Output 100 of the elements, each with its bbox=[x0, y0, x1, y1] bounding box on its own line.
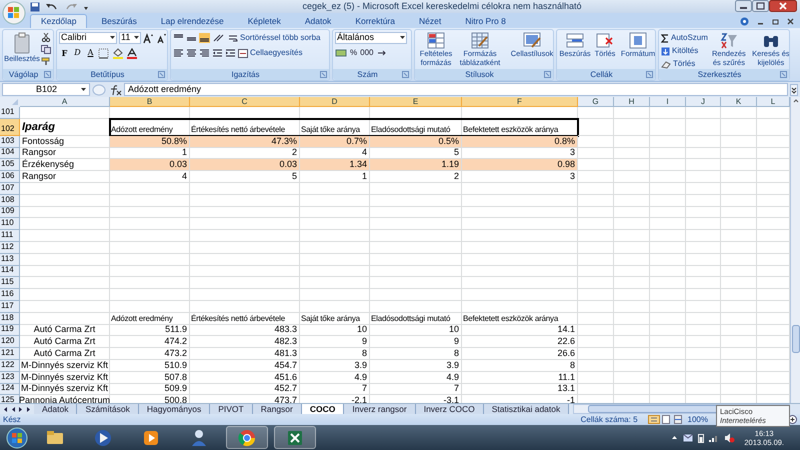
sheet-previous-icon[interactable] bbox=[10, 406, 16, 412]
ribbon-button[interactable]: Sortöréssel több sorba bbox=[228, 32, 320, 44]
row-header[interactable]: 105 bbox=[0, 159, 20, 172]
format-button[interactable]: F bbox=[59, 47, 70, 59]
row-header[interactable]: 116 bbox=[0, 289, 20, 301]
conditional-format-icon[interactable] bbox=[427, 32, 445, 49]
formula-field[interactable]: Adózott eredmény bbox=[124, 83, 788, 96]
sheet-first-icon[interactable] bbox=[2, 406, 8, 412]
merge-cells-icon[interactable] bbox=[238, 48, 248, 58]
column-header[interactable]: L bbox=[757, 97, 790, 107]
format-button[interactable]: D bbox=[72, 47, 83, 59]
column-header[interactable]: G bbox=[578, 97, 614, 107]
format-cells-icon[interactable] bbox=[629, 32, 647, 49]
format-painter-icon[interactable] bbox=[41, 57, 51, 66]
row-header[interactable]: 115 bbox=[0, 277, 20, 290]
expand-formula-bar-icon[interactable] bbox=[790, 84, 798, 96]
ribbon-tab[interactable]: Nitro Pro 8 bbox=[455, 14, 516, 28]
column-header[interactable]: J bbox=[686, 97, 721, 107]
sheet-tab[interactable]: Hagyományos bbox=[138, 404, 210, 414]
battery-icon[interactable] bbox=[698, 432, 704, 442]
column-header[interactable]: A bbox=[20, 97, 110, 107]
ribbon-tab[interactable]: Adatok bbox=[294, 14, 342, 28]
currency-icon[interactable] bbox=[335, 48, 347, 58]
close-icon[interactable] bbox=[787, 18, 794, 25]
start-icon[interactable] bbox=[6, 426, 28, 448]
mail-icon[interactable] bbox=[683, 434, 694, 442]
font-field[interactable]: Calibri bbox=[59, 32, 117, 44]
sheet-tab[interactable]: Rangsor bbox=[252, 404, 302, 414]
row-header[interactable]: 112 bbox=[0, 242, 20, 254]
dropdown-caret-icon[interactable] bbox=[400, 36, 405, 40]
row-header[interactable]: 107 bbox=[0, 182, 20, 195]
wrap-text-icon[interactable] bbox=[228, 34, 238, 42]
sort-filter-icon[interactable] bbox=[720, 32, 738, 49]
ribbon-tab[interactable]: Nézet bbox=[409, 14, 452, 28]
scissors-icon[interactable] bbox=[41, 33, 51, 42]
column-header[interactable]: E bbox=[370, 97, 462, 107]
ribbon-tab[interactable]: Lap elrendezése bbox=[150, 14, 234, 28]
align-right-icon[interactable] bbox=[199, 48, 210, 58]
row-header[interactable]: 125 bbox=[0, 395, 20, 403]
font-size-field[interactable]: 11 bbox=[119, 32, 141, 44]
row-header[interactable]: 120 bbox=[0, 336, 20, 348]
row-header[interactable]: 118 bbox=[0, 312, 20, 325]
row-header[interactable]: 101 bbox=[0, 107, 20, 119]
close-icon[interactable] bbox=[769, 0, 797, 12]
speaker-muted-icon[interactable] bbox=[724, 432, 736, 442]
splitter-handle-icon[interactable] bbox=[92, 84, 106, 96]
align-bottom-icon[interactable] bbox=[199, 33, 210, 43]
signal-icon[interactable] bbox=[709, 433, 720, 442]
dropdown-caret-icon[interactable] bbox=[110, 36, 115, 40]
sheet-next-icon[interactable] bbox=[18, 406, 24, 412]
row-header[interactable]: 114 bbox=[0, 266, 20, 278]
cell-styles-icon[interactable] bbox=[523, 32, 541, 49]
ribbon-button[interactable]: Cellaegyesítés bbox=[238, 47, 302, 59]
align-center-icon[interactable] bbox=[186, 48, 197, 58]
column-header[interactable]: K bbox=[721, 97, 757, 107]
sheet-tab[interactable]: Inverz COCO bbox=[416, 404, 484, 414]
row-header[interactable]: 104 bbox=[0, 148, 20, 160]
ribbon-tab[interactable]: Képletek bbox=[238, 14, 291, 28]
normal-view-icon[interactable] bbox=[648, 415, 660, 424]
text-orientation-icon[interactable] bbox=[212, 33, 226, 43]
row-header[interactable]: 119 bbox=[0, 324, 20, 336]
ribbon-button[interactable]: Kitöltés bbox=[661, 45, 708, 57]
sheet-tab[interactable]: Inverz rangsor bbox=[344, 404, 416, 414]
number-format-button[interactable]: % bbox=[350, 47, 358, 58]
grow-font-icon[interactable] bbox=[143, 32, 154, 44]
row-header[interactable]: 109 bbox=[0, 206, 20, 218]
ribbon-tab[interactable]: Beszúrás bbox=[91, 14, 147, 28]
row-header[interactable]: 124 bbox=[0, 384, 20, 396]
number-format-field[interactable]: Általános bbox=[335, 32, 407, 44]
row-header[interactable]: 103 bbox=[0, 136, 20, 148]
row-header[interactable]: 108 bbox=[0, 194, 20, 207]
media-player-icon[interactable] bbox=[93, 428, 113, 448]
scroll-up-icon[interactable] bbox=[792, 97, 800, 105]
table-format-icon[interactable] bbox=[471, 32, 489, 49]
sheet-tab[interactable]: PIVOT bbox=[210, 404, 253, 414]
dropdown-caret-icon[interactable] bbox=[81, 88, 86, 92]
browser-icon[interactable] bbox=[237, 428, 257, 448]
borders-icon[interactable] bbox=[98, 48, 110, 58]
row-header[interactable]: 121 bbox=[0, 348, 20, 360]
font-color-icon[interactable] bbox=[126, 48, 138, 58]
number-format-button[interactable]: 000 bbox=[360, 47, 374, 58]
align-left-icon[interactable] bbox=[173, 48, 184, 58]
sheet-tab[interactable]: COCO bbox=[302, 404, 344, 414]
row-header[interactable]: 113 bbox=[0, 254, 20, 266]
ribbon-button[interactable]: Törlés bbox=[661, 58, 708, 69]
save-icon[interactable] bbox=[30, 2, 40, 12]
sum-icon[interactable] bbox=[661, 34, 669, 42]
row-header[interactable]: 117 bbox=[0, 300, 20, 313]
row-header[interactable]: 102 bbox=[0, 118, 20, 136]
ribbon-button[interactable]: AutoSzum bbox=[661, 32, 708, 44]
fill-down-icon[interactable] bbox=[661, 46, 670, 56]
insert-cells-icon[interactable] bbox=[566, 32, 584, 49]
minimize-icon[interactable] bbox=[735, 0, 752, 12]
ribbon-tab[interactable]: Korrektúra bbox=[345, 14, 405, 28]
column-header[interactable]: D bbox=[300, 97, 370, 107]
column-header[interactable]: I bbox=[650, 97, 686, 107]
sheet-tab[interactable]: Statisztikai adatok bbox=[484, 404, 570, 414]
vertical-scrollbar[interactable] bbox=[790, 97, 800, 403]
column-header[interactable]: F bbox=[462, 97, 578, 107]
user-icon[interactable] bbox=[189, 428, 209, 448]
